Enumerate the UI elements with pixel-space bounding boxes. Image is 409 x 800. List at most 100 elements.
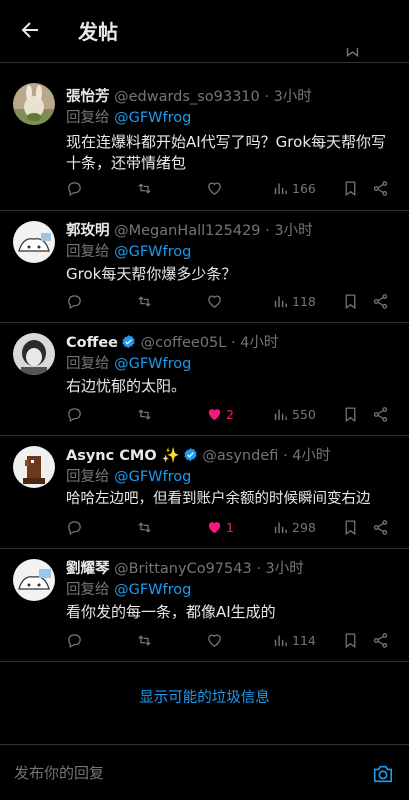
reply-item[interactable]: 劉耀琴 @BrittanyCo97543 · 3小时 回复给 @GFWfrog … bbox=[0, 549, 409, 662]
share-button[interactable] bbox=[372, 519, 389, 536]
avatar[interactable] bbox=[13, 446, 55, 488]
repost-icon bbox=[138, 409, 151, 420]
display-name[interactable]: 劉耀琴 bbox=[66, 561, 110, 577]
display-name[interactable]: 張怡芳 bbox=[66, 89, 110, 105]
repost-button[interactable] bbox=[136, 293, 153, 310]
mention-link[interactable]: @GFWfrog bbox=[114, 582, 191, 598]
reply-to-label: 回复给 bbox=[66, 582, 115, 598]
bookmark-button[interactable] bbox=[342, 632, 359, 649]
bookmark-icon bbox=[345, 633, 356, 649]
reply-button[interactable] bbox=[66, 293, 83, 310]
views-chart-icon bbox=[274, 183, 287, 195]
comment-icon bbox=[68, 408, 81, 423]
back-arrow-icon[interactable] bbox=[18, 18, 42, 42]
reply-text: Grok每天帮你爆多少条？ bbox=[66, 265, 237, 283]
reply-button[interactable] bbox=[66, 632, 83, 649]
timestamp: · 3小时 bbox=[265, 223, 313, 239]
like-button[interactable]: 2 bbox=[206, 406, 234, 423]
reply-item[interactable]: Coffee @coffee05L · 4小时 回复给 @GFWfrog 右边忧… bbox=[0, 323, 409, 436]
timestamp: · 4小时 bbox=[230, 335, 279, 351]
user-handle[interactable]: @edwards_so93310 bbox=[114, 89, 260, 105]
reply-item[interactable]: Async CMO ✨ @asyndefi · 4小时 回复给 @GFWfrog… bbox=[0, 436, 409, 549]
comment-icon bbox=[68, 295, 81, 310]
like-count: 1 bbox=[226, 520, 234, 535]
like-button[interactable] bbox=[206, 293, 226, 310]
camera-icon[interactable] bbox=[372, 763, 394, 785]
reply-header: Async CMO ✨ @asyndefi · 4小时 bbox=[66, 444, 330, 465]
mention-link[interactable]: @GFWfrog bbox=[114, 356, 191, 372]
reply-input[interactable] bbox=[14, 764, 314, 782]
mention-link[interactable]: @GFWfrog bbox=[114, 110, 191, 126]
bookmark-icon[interactable] bbox=[344, 48, 361, 57]
reply-header: 劉耀琴 @BrittanyCo97543 · 3小时 bbox=[66, 557, 304, 578]
view-count: 114 bbox=[292, 633, 316, 648]
like-button[interactable] bbox=[206, 632, 226, 649]
share-button[interactable] bbox=[372, 406, 389, 423]
bookmark-button[interactable] bbox=[342, 519, 359, 536]
views-button[interactable]: 298 bbox=[272, 519, 316, 536]
reply-to-label: 回复给 bbox=[66, 244, 115, 260]
reply-button[interactable] bbox=[66, 406, 83, 423]
avatar[interactable] bbox=[13, 83, 55, 125]
mention-link[interactable]: @GFWfrog bbox=[114, 469, 191, 485]
action-bar: 2 550 bbox=[66, 406, 396, 426]
views-chart-icon bbox=[274, 522, 287, 534]
repost-button[interactable] bbox=[136, 519, 153, 536]
views-button[interactable]: 550 bbox=[272, 406, 316, 423]
reply-text: 看你发的每一条，都像AI生成的 bbox=[66, 603, 276, 621]
share-button[interactable] bbox=[372, 180, 389, 197]
reply-item[interactable]: 張怡芳 @edwards_so93310 · 3小时 回复给 @GFWfrog … bbox=[0, 63, 409, 211]
user-handle[interactable]: @BrittanyCo97543 bbox=[114, 561, 252, 577]
repost-icon bbox=[138, 183, 151, 194]
verified-badge-icon bbox=[122, 334, 135, 349]
mention-link[interactable]: @GFWfrog bbox=[114, 244, 191, 260]
share-button[interactable] bbox=[372, 632, 389, 649]
bookmark-icon bbox=[345, 181, 356, 197]
views-button[interactable]: 114 bbox=[272, 632, 316, 649]
repost-button[interactable] bbox=[136, 406, 153, 423]
show-spam-replies-link[interactable]: 显示可能的垃圾信息 bbox=[0, 686, 409, 707]
heart-filled-icon bbox=[208, 522, 221, 534]
timestamp: · 3小时 bbox=[264, 89, 312, 105]
like-button[interactable]: 1 bbox=[206, 519, 234, 536]
timestamp: · 4小时 bbox=[282, 448, 331, 464]
user-handle[interactable]: @MeganHall125429 bbox=[114, 223, 260, 239]
reply-button[interactable] bbox=[66, 180, 83, 197]
reply-to-label: 回复给 bbox=[66, 469, 115, 485]
avatar[interactable] bbox=[13, 221, 55, 263]
repost-icon bbox=[138, 296, 151, 307]
reply-item[interactable]: 郭玫明 @MeganHall125429 · 3小时 回复给 @GFWfrog … bbox=[0, 211, 409, 323]
page-title: 发帖 bbox=[78, 20, 118, 44]
user-handle[interactable]: @coffee05L bbox=[141, 335, 227, 351]
view-count: 298 bbox=[292, 520, 316, 535]
display-name[interactable]: Coffee bbox=[66, 335, 118, 351]
bookmark-icon bbox=[345, 407, 356, 423]
reply-header: 郭玫明 @MeganHall125429 · 3小时 bbox=[66, 219, 313, 240]
bookmark-button[interactable] bbox=[342, 293, 359, 310]
display-name[interactable]: 郭玫明 bbox=[66, 223, 110, 239]
action-bar: 166 bbox=[66, 180, 396, 200]
reply-text: 右边忧郁的太阳。 bbox=[66, 377, 187, 395]
views-button[interactable]: 166 bbox=[272, 180, 316, 197]
repost-button[interactable] bbox=[136, 632, 153, 649]
views-button[interactable]: 118 bbox=[272, 293, 316, 310]
bookmark-button[interactable] bbox=[342, 406, 359, 423]
heart-filled-icon bbox=[208, 409, 221, 421]
like-button[interactable] bbox=[206, 180, 226, 197]
share-button[interactable] bbox=[372, 293, 389, 310]
share-icon bbox=[373, 633, 388, 648]
display-name[interactable]: Async CMO ✨ bbox=[66, 448, 180, 464]
bookmark-icon bbox=[345, 294, 356, 310]
share-icon bbox=[373, 294, 388, 309]
avatar[interactable] bbox=[13, 559, 55, 601]
repost-button[interactable] bbox=[136, 180, 153, 197]
avatar[interactable] bbox=[13, 333, 55, 375]
view-count: 550 bbox=[292, 407, 316, 422]
views-chart-icon bbox=[274, 296, 287, 308]
views-chart-icon bbox=[274, 409, 287, 421]
user-handle[interactable]: @asyndefi bbox=[202, 448, 278, 464]
reply-button[interactable] bbox=[66, 519, 83, 536]
comment-icon bbox=[68, 182, 81, 197]
reply-header: Coffee @coffee05L · 4小时 bbox=[66, 331, 278, 352]
bookmark-button[interactable] bbox=[342, 180, 359, 197]
